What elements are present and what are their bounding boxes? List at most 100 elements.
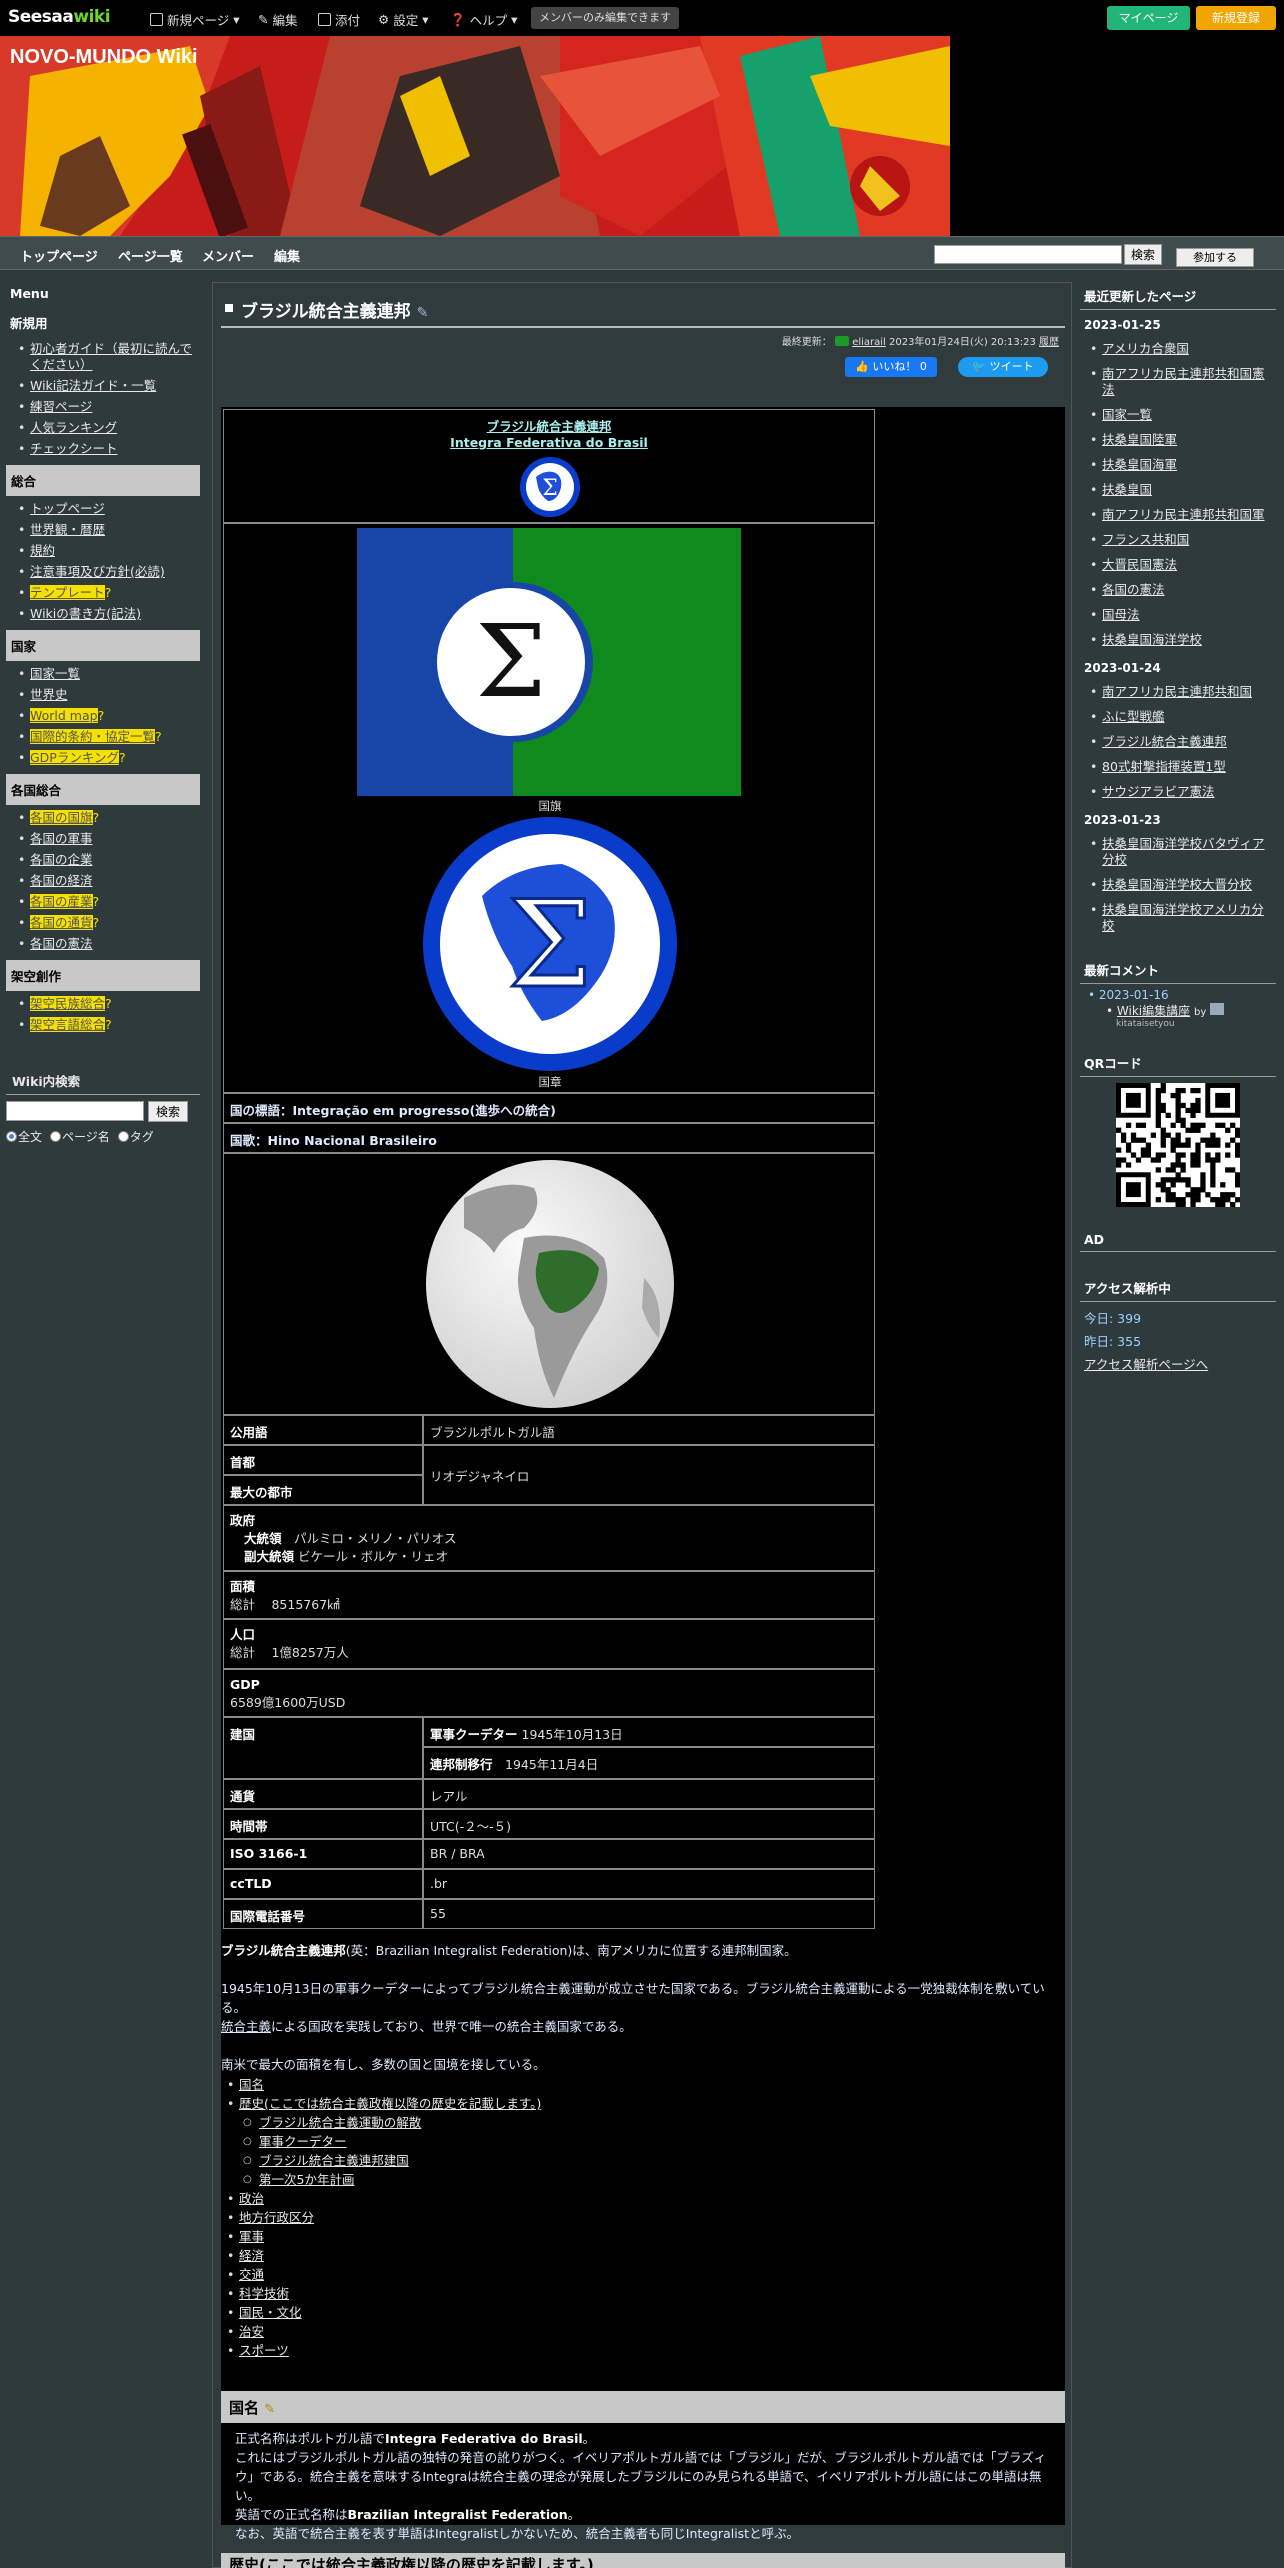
nav-top-page[interactable]: トップページ <box>20 246 98 265</box>
join-button[interactable]: 参加する <box>1176 248 1254 267</box>
menu-link[interactable]: 人気ランキング <box>18 420 200 436</box>
history-link[interactable]: 履歴 <box>1039 337 1059 348</box>
access-link[interactable]: アクセス解析ページへ <box>1080 1352 1276 1375</box>
toc-item[interactable]: 国民・文化 <box>221 2303 541 2322</box>
lang-label-cell: 公用語 <box>223 1415 423 1445</box>
recent-page-link[interactable]: サウジアラビア憲法 <box>1088 784 1276 800</box>
recent-page-link[interactable]: 扶桑皇国海軍 <box>1088 457 1276 473</box>
menu-link[interactable]: 世界観・暦歴 <box>18 522 200 538</box>
toc-item[interactable]: 歴史(ここでは統合主義政権以降の歴史を記載します。) <box>221 2094 541 2113</box>
wiki-search-input[interactable] <box>6 1101 144 1121</box>
nav-search-button[interactable]: 検索 <box>1124 244 1162 265</box>
menu-link[interactable]: 世界史 <box>18 687 200 703</box>
currency-value-cell: レアル <box>423 1779 875 1809</box>
menu-link[interactable]: 注意事項及び方針(必読) <box>18 564 200 580</box>
register-button[interactable]: 新規登録 <box>1196 6 1276 30</box>
recent-page-link[interactable]: 国母法 <box>1088 607 1276 623</box>
edit-menu[interactable]: ✎ 編集 <box>258 10 298 29</box>
radio-fulltext[interactable]: 全文 <box>6 1128 42 1145</box>
recent-page-link[interactable]: 扶桑皇国海洋学校大晋分校 <box>1088 877 1276 893</box>
help-menu[interactable]: ❓ ヘルプ ▾ <box>450 10 517 29</box>
menu-link[interactable]: 各国の通貨? <box>18 915 200 931</box>
recent-page-link[interactable]: フランス共和国 <box>1088 532 1276 548</box>
recent-page-link[interactable]: 各国の憲法 <box>1088 582 1276 598</box>
toc-item[interactable]: ブラジル統合主義運動の解散 <box>221 2113 541 2132</box>
menu-link[interactable]: 規約 <box>18 543 200 559</box>
menu-link[interactable]: 各国の企業 <box>18 852 200 868</box>
nav-edit[interactable]: 編集 <box>274 246 300 265</box>
radio-pagename[interactable]: ページ名 <box>50 1128 110 1145</box>
recent-page-link[interactable]: アメリカ合衆国 <box>1088 341 1276 357</box>
menu-link[interactable]: 架空民族総合? <box>18 996 200 1012</box>
recent-page-link[interactable]: 扶桑皇国陸軍 <box>1088 432 1276 448</box>
recent-page-link[interactable]: 国家一覧 <box>1088 407 1276 423</box>
nav-members[interactable]: メンバー <box>202 246 254 265</box>
menu-link[interactable]: 練習ページ <box>18 399 200 415</box>
toc-item[interactable]: 経済 <box>221 2246 541 2265</box>
recent-page-link[interactable]: 扶桑皇国 <box>1088 482 1276 498</box>
cctld-label-cell: ccTLD <box>223 1869 423 1899</box>
edit-pencil-icon[interactable]: ✎ <box>264 2402 275 2417</box>
tel-label-cell: 国際電話番号 <box>223 1899 423 1929</box>
mypage-button[interactable]: マイページ <box>1107 6 1190 30</box>
meta-user-link[interactable]: eliarail <box>852 337 886 348</box>
menu-link[interactable]: トップページ <box>18 501 200 517</box>
recent-page-link[interactable]: 扶桑皇国海洋学校 <box>1088 632 1276 648</box>
toc-item[interactable]: スポーツ <box>221 2341 541 2360</box>
toc-item[interactable]: 軍事クーデター <box>221 2132 541 2151</box>
recent-page-link[interactable]: 大晋民国憲法 <box>1088 557 1276 573</box>
toc-item[interactable]: 治安 <box>221 2322 541 2341</box>
menu-link[interactable]: World map? <box>18 708 200 724</box>
new-page-menu[interactable]: 新規ページ ▾ <box>150 10 240 29</box>
toc-item[interactable]: ブラジル統合主義連邦建国 <box>221 2151 541 2170</box>
recent-page-link[interactable]: 80式射撃指揮装置1型 <box>1088 759 1276 775</box>
toc-item[interactable]: 政治 <box>221 2189 541 2208</box>
recent-page-link[interactable]: 南アフリカ民主連邦共和国 <box>1088 684 1276 700</box>
edit-pencil-icon[interactable]: ✎ <box>417 305 429 321</box>
nav-search-input[interactable] <box>934 245 1122 264</box>
timezone-value-cell: UTC(-２～-５) <box>423 1809 875 1839</box>
menu-link[interactable]: 架空言語総合? <box>18 1017 200 1033</box>
tweet-button[interactable]: 🐦 ツイート <box>958 357 1048 377</box>
recent-page-link[interactable]: 扶桑皇国海洋学校バタヴィア分校 <box>1088 836 1276 868</box>
menu-link[interactable]: 初心者ガイド（最初に読んでください） <box>18 341 200 373</box>
toc-item[interactable]: 国名 <box>221 2075 541 2094</box>
toc-item[interactable]: 交通 <box>221 2265 541 2284</box>
menu-link[interactable]: テンプレート? <box>18 585 200 601</box>
menu-link[interactable]: 各国の国旗? <box>18 810 200 826</box>
menu-link[interactable]: チェックシート <box>18 441 200 457</box>
menu-link[interactable]: 国家一覧 <box>18 666 200 682</box>
recent-page-link[interactable]: ブラジル統合主義連邦 <box>1088 734 1276 750</box>
menu-link[interactable]: Wiki記法ガイド・一覧 <box>18 378 200 394</box>
integralism-link[interactable]: 統合主義 <box>221 2019 271 2034</box>
wiki-search-button[interactable]: 検索 <box>147 1101 188 1122</box>
toc-item[interactable]: 第一次5か年計画 <box>221 2170 541 2189</box>
infobox-name-pt[interactable]: Integra Federativa do Brasil <box>224 435 874 450</box>
recent-page-link[interactable]: 南アフリカ民主連邦共和国憲法 <box>1088 366 1276 398</box>
seesaa-logo[interactable]: Seesaawiki <box>8 7 111 27</box>
recent-page-link[interactable]: 南アフリカ民主連邦共和国軍 <box>1088 507 1276 523</box>
recent-page-link[interactable]: 扶桑皇国海洋学校アメリカ分校 <box>1088 902 1276 934</box>
menu-link[interactable]: 各国の産業? <box>18 894 200 910</box>
section-name-body: 正式名称はポルトガル語でIntegra Federativa do Brasil… <box>221 2423 1065 2541</box>
menu-link[interactable]: 各国の軍事 <box>18 831 200 847</box>
toc-item[interactable]: 科学技術 <box>221 2284 541 2303</box>
comment-link[interactable]: Wiki編集講座 <box>1117 1004 1190 1018</box>
menu-link[interactable]: 国際的条約・協定一覧? <box>18 729 200 745</box>
attach-menu[interactable]: 添付 <box>318 10 360 29</box>
toc-item[interactable]: 軍事 <box>221 2227 541 2246</box>
menu-link[interactable]: 各国の経済 <box>18 873 200 889</box>
capital-value-cell: リオデジャネイロ <box>423 1445 875 1505</box>
nav-page-list[interactable]: ページ一覧 <box>118 246 183 265</box>
radio-tag[interactable]: タグ <box>117 1128 154 1145</box>
facebook-like-button[interactable]: 👍 いいね！ 0 <box>845 357 937 377</box>
site-title[interactable]: NOVO-MUNDO Wiki <box>10 46 198 69</box>
recent-page-link[interactable]: ふに型戦艦 <box>1088 709 1276 725</box>
infobox-name-ja[interactable]: ブラジル統合主義連邦 <box>224 416 874 435</box>
settings-menu[interactable]: ⚙ 設定 ▾ <box>378 10 429 29</box>
menu-link[interactable]: 各国の憲法 <box>18 936 200 952</box>
toc-item[interactable]: 地方行政区分 <box>221 2208 541 2227</box>
menu-link[interactable]: Wikiの書き方(記法) <box>18 606 200 622</box>
menu-link[interactable]: GDPランキング? <box>18 750 200 766</box>
intro-paragraph-2: 1945年10月13日の軍事クーデターによってブラジル統合主義運動が成立させた国… <box>221 1981 1045 2015</box>
